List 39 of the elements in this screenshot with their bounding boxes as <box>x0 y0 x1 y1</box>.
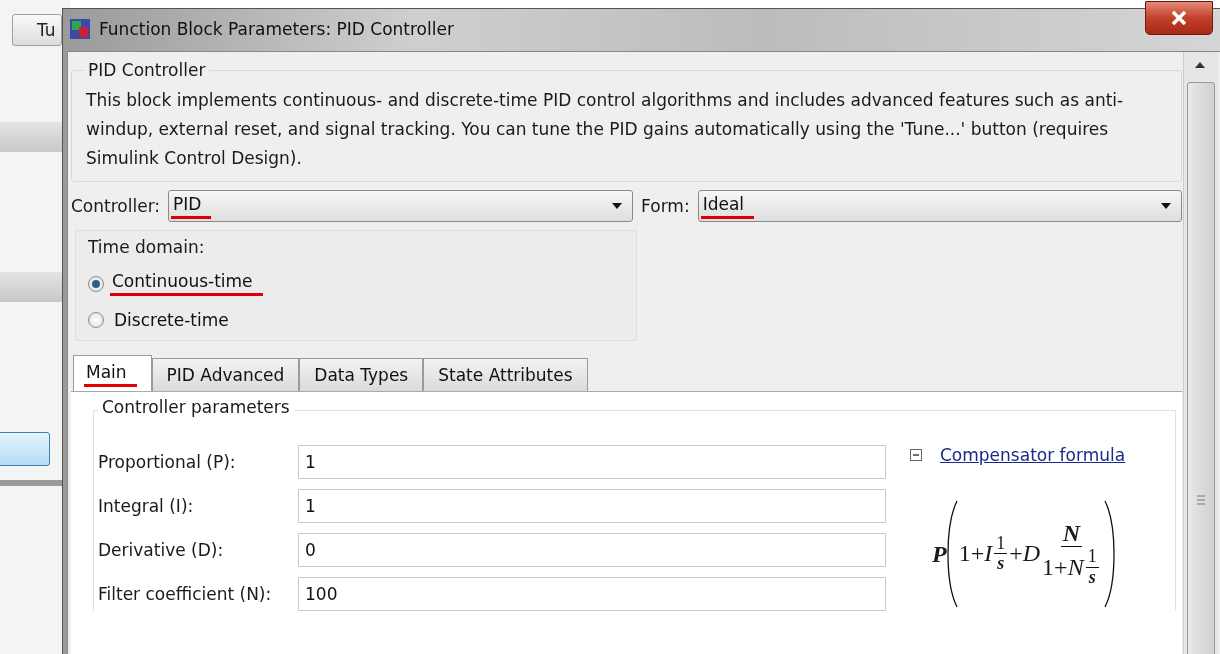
parameter-label: Proportional (P): <box>98 452 237 472</box>
close-icon <box>1170 10 1188 26</box>
radio-label[interactable]: Discrete-time <box>114 310 229 330</box>
background-button[interactable]: Tu <box>12 14 62 46</box>
grip-icon <box>1197 495 1205 505</box>
input-field[interactable]: 1 <box>298 489 886 523</box>
radio-button[interactable] <box>88 312 104 328</box>
parenthesis-icon <box>1102 499 1115 609</box>
caret-icon <box>1161 203 1171 209</box>
input-field[interactable]: 1 <box>298 445 886 479</box>
caret-icon <box>612 203 623 209</box>
controller-label: Controller: <box>71 196 161 216</box>
time-domain-label: Time domain: <box>88 237 205 257</box>
scrollbar[interactable] <box>1183 52 1218 654</box>
radio-button[interactable] <box>88 275 104 292</box>
input-field[interactable]: 100 <box>298 577 886 611</box>
close-button[interactable] <box>1145 1 1213 35</box>
block-icon <box>69 18 91 40</box>
window-title: Function Block Parameters: PID Controller <box>99 19 454 39</box>
parameter-label: Filter coefficient (N): <box>98 584 273 604</box>
tab[interactable]: State Attributes <box>423 358 588 391</box>
scroll-up-icon[interactable] <box>1195 62 1205 68</box>
parenthesis-icon <box>946 499 959 609</box>
tab[interactable]: Data Types <box>299 358 424 391</box>
parameter-label: Integral (I): <box>98 496 195 516</box>
input-field[interactable]: 0 <box>298 533 886 567</box>
radio-label[interactable]: Continuous-time <box>110 271 263 296</box>
block-description: This block implements continuous- and discrete-time PID control algorithms and includes advanced features such as anti-windup, external reset, and signal tracking. You can tune the PID gains automatically using the 'Tune...' button (requires Simulink Control Design). <box>86 89 1125 170</box>
tab[interactable]: Main <box>73 355 152 391</box>
parameter-label: Derivative (D): <box>98 540 225 560</box>
form-dropdown[interactable]: Ideal <box>697 190 1182 222</box>
group-title: PID Controller <box>87 60 207 80</box>
collapse-icon[interactable] <box>910 449 922 461</box>
background-button[interactable] <box>0 432 50 466</box>
group-title: Controller parameters <box>98 397 294 417</box>
controller-dropdown[interactable]: PID <box>168 190 634 222</box>
compensator-link[interactable]: Compensator formula <box>940 445 1126 465</box>
tab[interactable]: PID Advanced <box>151 358 300 391</box>
form-label: Form: <box>641 196 690 216</box>
